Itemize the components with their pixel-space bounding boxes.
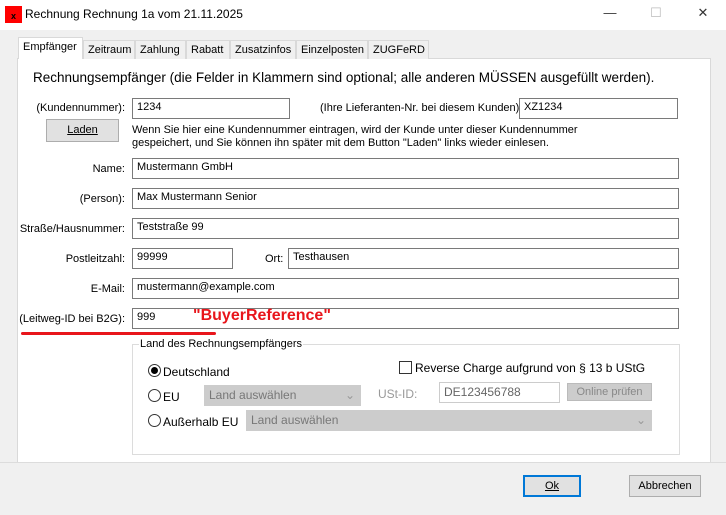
kundennummer-input[interactable]: 1234 — [132, 98, 290, 119]
person-input[interactable]: Max Mustermann Senior — [132, 188, 679, 209]
help-text-2: gespeichert, und Sie können ihn später m… — [132, 137, 549, 149]
minimize-icon[interactable]: — — [600, 5, 620, 23]
lieferant-label: (Ihre Lieferanten-Nr. bei diesem Kunden)… — [320, 102, 523, 114]
chevron-down-icon: ⌄ — [635, 413, 646, 427]
email-label: E-Mail: — [90, 283, 125, 295]
chevron-down-icon: ⌄ — [344, 388, 355, 402]
strasse-label: Straße/Hausnummer: — [19, 223, 125, 235]
plz-label: Postleitzahl: — [65, 253, 125, 265]
buyer-reference-annotation: "BuyerReference" — [193, 307, 331, 324]
email-input[interactable]: mustermann@example.com — [132, 278, 679, 299]
annotation-underline — [21, 332, 216, 335]
ort-input[interactable]: Testhausen — [288, 248, 679, 269]
radio-eu[interactable] — [148, 389, 161, 402]
window-title: Rechnung Rechnung 1a vom 21.11.2025 — [25, 7, 243, 21]
tab-zeitraum[interactable]: Zeitraum — [83, 40, 135, 59]
online-pruefen-button[interactable]: Online prüfen — [567, 383, 652, 401]
country-group-title: Land des Rechnungsempfängers — [139, 338, 304, 350]
kundennummer-label: (Kundennummer): — [36, 102, 125, 114]
radio-eu-label: EU — [163, 390, 180, 404]
tab-zusatzinfos[interactable]: Zusatzinfos — [230, 40, 296, 59]
ok-button[interactable]: Ok — [523, 475, 581, 497]
app-icon-text: x — [10, 11, 16, 21]
tab-einzelposten[interactable]: Einzelposten — [296, 40, 368, 59]
strasse-input[interactable]: Teststraße 99 — [132, 218, 679, 239]
laden-button[interactable]: Laden — [46, 119, 119, 142]
non-eu-country-select[interactable]: Land auswählen ⌄ — [246, 410, 652, 431]
radio-deutschland[interactable] — [148, 364, 161, 377]
lieferant-input[interactable]: XZ1234 — [519, 98, 678, 119]
cancel-button[interactable]: Abbrechen — [629, 475, 701, 497]
close-icon[interactable]: ✕ — [693, 5, 713, 23]
tab-empfaenger[interactable]: Empfänger — [18, 37, 83, 59]
name-input[interactable]: Mustermann GmbH — [132, 158, 679, 179]
tab-zahlung[interactable]: Zahlung — [135, 40, 186, 59]
ustid-input[interactable]: DE123456788 — [439, 382, 560, 403]
leitweg-label: (Leitweg-ID bei B2G): — [19, 313, 125, 325]
person-label: (Person): — [79, 193, 125, 205]
tab-rabatt[interactable]: Rabatt — [186, 40, 230, 59]
non-eu-select-value: Land auswählen — [251, 413, 339, 427]
name-label: Name: — [92, 163, 125, 175]
reverse-charge-label: Reverse Charge aufgrund von § 13 b UStG — [415, 361, 646, 375]
eu-select-value: Land auswählen — [209, 388, 297, 402]
app-icon: x — [5, 6, 22, 23]
ustid-label: USt-ID: — [378, 387, 418, 401]
ort-label: Ort: — [265, 253, 284, 265]
maximize-icon[interactable]: ☐ — [646, 5, 666, 23]
radio-ausserhalb-eu[interactable] — [148, 414, 161, 427]
page-heading: Rechnungsempfänger (die Felder in Klamme… — [33, 70, 655, 85]
reverse-charge-checkbox[interactable] — [399, 361, 412, 374]
radio-deutschland-label: Deutschland — [163, 365, 230, 379]
plz-input[interactable]: 99999 — [132, 248, 233, 269]
help-text-1: Wenn Sie hier eine Kundennummer eintrage… — [132, 124, 578, 136]
radio-ausserhalb-eu-label: Außerhalb EU — [163, 415, 239, 429]
tab-zugferd[interactable]: ZUGFeRD — [368, 40, 429, 59]
divider — [0, 462, 726, 463]
eu-country-select[interactable]: Land auswählen ⌄ — [204, 385, 361, 406]
